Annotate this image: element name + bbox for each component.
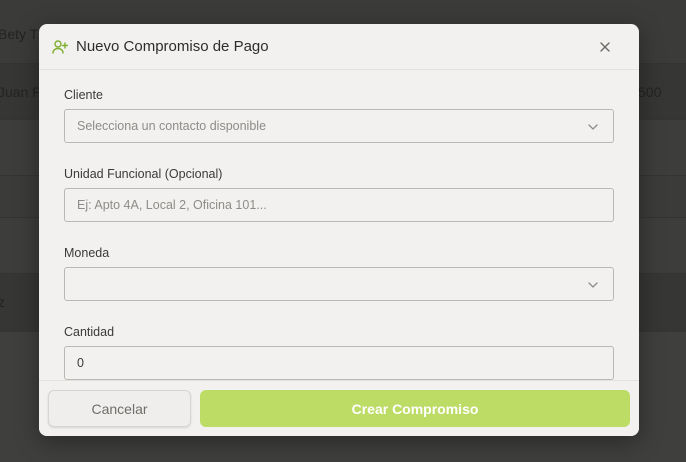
new-payment-commitment-dialog: Nuevo Compromiso de Pago Cliente Selecci… xyxy=(39,24,639,436)
moneda-select[interactable] xyxy=(64,267,614,301)
table-cell: Bety T xyxy=(0,26,39,42)
table-cell: z xyxy=(0,294,5,310)
unidad-field: Unidad Funcional (Opcional) Ej: Apto 4A,… xyxy=(64,167,614,222)
moneda-label: Moneda xyxy=(64,246,110,260)
table-cell: 500 xyxy=(638,84,662,100)
create-commitment-button[interactable]: Crear Compromiso xyxy=(200,390,630,427)
table-cell: Juan P xyxy=(0,84,42,100)
cancel-button[interactable]: Cancelar xyxy=(48,390,191,427)
cantidad-field: Cantidad 0 xyxy=(64,325,614,380)
unidad-input[interactable]: Ej: Apto 4A, Local 2, Oficina 101... xyxy=(64,188,614,222)
cantidad-input[interactable]: 0 xyxy=(64,346,614,380)
cantidad-label: Cantidad xyxy=(64,325,115,339)
chevron-down-icon xyxy=(587,279,599,293)
cliente-field: Cliente Selecciona un contacto disponibl… xyxy=(64,88,614,143)
close-icon[interactable] xyxy=(597,39,613,55)
cliente-label: Cliente xyxy=(64,88,103,102)
cantidad-value: 0 xyxy=(77,356,84,370)
dialog-title: Nuevo Compromiso de Pago xyxy=(76,38,269,55)
dialog-footer: Cancelar Crear Compromiso xyxy=(39,380,639,436)
unidad-placeholder: Ej: Apto 4A, Local 2, Oficina 101... xyxy=(77,198,267,212)
cliente-placeholder: Selecciona un contacto disponible xyxy=(77,119,267,133)
moneda-field: Moneda xyxy=(64,246,614,301)
dialog-header: Nuevo Compromiso de Pago xyxy=(39,24,639,70)
unidad-label: Unidad Funcional (Opcional) xyxy=(64,167,223,181)
chevron-down-icon xyxy=(587,121,599,135)
user-plus-icon xyxy=(52,39,68,55)
cliente-select[interactable]: Selecciona un contacto disponible xyxy=(64,109,614,143)
dialog-body: Cliente Selecciona un contacto disponibl… xyxy=(39,70,639,380)
